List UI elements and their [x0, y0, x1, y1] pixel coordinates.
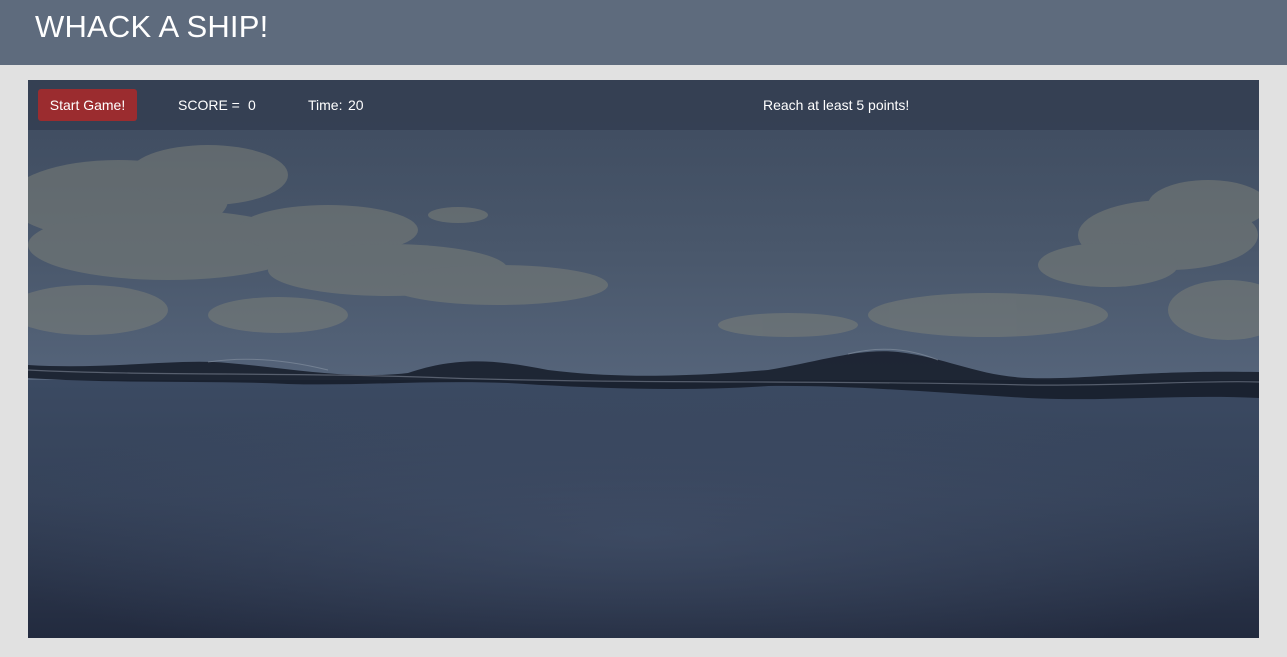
ocean-background-image — [28, 80, 1259, 638]
score-value: 0 — [248, 97, 256, 113]
time-value: 20 — [348, 97, 364, 113]
page-title: WHACK A SHIP! — [35, 9, 269, 44]
header-bar: WHACK A SHIP! — [0, 0, 1287, 65]
time-label: Time: — [308, 97, 343, 113]
score-label: SCORE = — [178, 97, 240, 113]
game-area[interactable]: Start Game! SCORE = 0 Time: 20 Reach at … — [28, 80, 1259, 638]
start-game-button[interactable]: Start Game! — [38, 89, 137, 121]
game-controls-bar: Start Game! SCORE = 0 Time: 20 Reach at … — [28, 80, 1259, 130]
goal-message: Reach at least 5 points! — [763, 97, 910, 113]
